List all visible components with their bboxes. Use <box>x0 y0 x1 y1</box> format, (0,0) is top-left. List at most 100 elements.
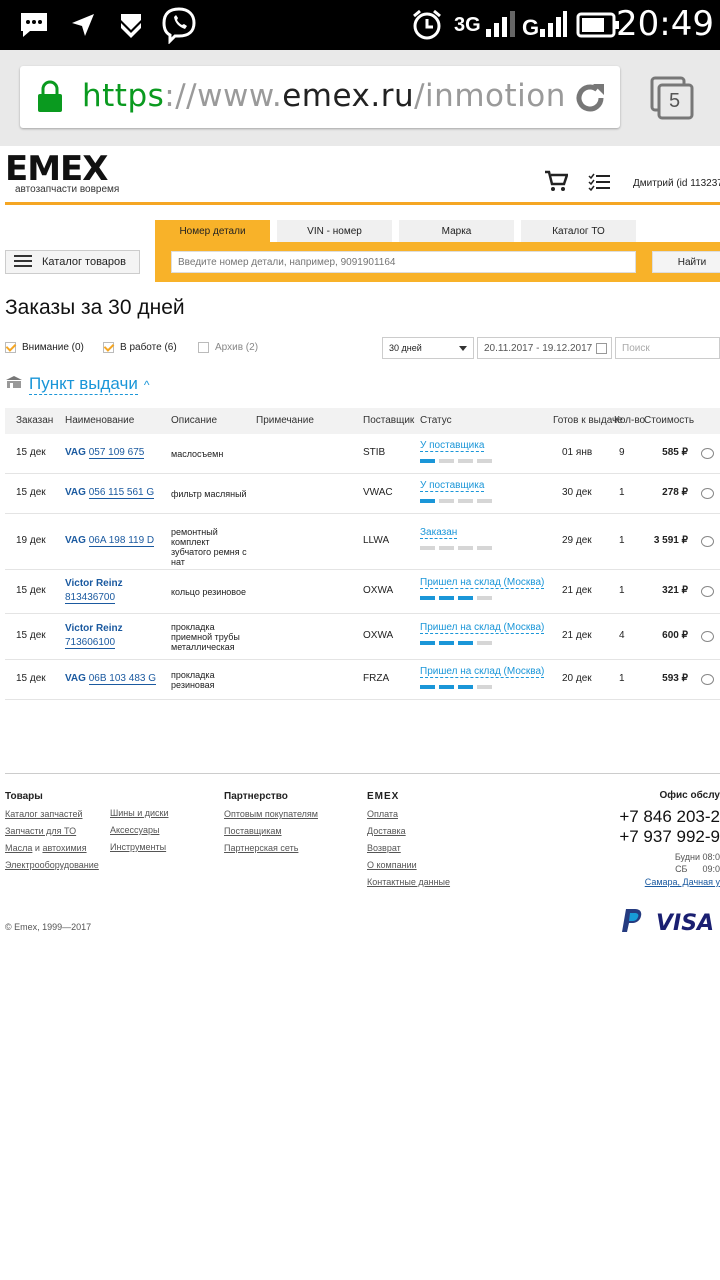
calendar-icon[interactable] <box>596 343 607 354</box>
period-select-value: 30 дней <box>389 343 422 353</box>
filter-archive[interactable]: Архив (2) <box>198 342 258 353</box>
status-link[interactable]: Пришел на склад (Москва) <box>420 666 545 678</box>
part-description: фильтр масляный <box>171 489 247 499</box>
footer-link-tools[interactable]: Инструменты <box>110 839 169 856</box>
brand-link[interactable]: VAG <box>65 535 86 546</box>
site-logo[interactable]: EMEX автозапчасти вовремя <box>5 152 119 195</box>
clock: 20:49 <box>616 4 714 44</box>
tab-maintenance-catalog[interactable]: Каталог ТО <box>521 220 636 242</box>
footer-office-title: Офис обслу <box>659 790 720 801</box>
brand-link[interactable]: VAG <box>65 447 86 458</box>
alarm-icon <box>410 8 444 42</box>
status-progress <box>420 499 496 503</box>
catalog-menu-button[interactable]: Каталог товаров <box>5 250 140 274</box>
part-description: ремонтный комплект зубчатого ремня с нат <box>171 527 247 567</box>
part-number-search-input[interactable] <box>171 251 636 273</box>
phone-2[interactable]: +7 937 992-9 <box>600 827 720 847</box>
price: 278 ₽ <box>662 487 688 498</box>
office-address-link[interactable]: Самара, Дачная у <box>600 877 720 887</box>
part-code-link[interactable]: 056 115 561 G <box>88 487 155 499</box>
period-select[interactable]: 30 дней <box>382 337 474 359</box>
quantity: 4 <box>619 630 625 641</box>
part-code-link[interactable]: 057 109 675 <box>88 447 145 459</box>
brand-link[interactable]: VAG <box>65 487 86 498</box>
progress-step <box>439 546 454 550</box>
col-cost: Стоимость <box>644 415 695 426</box>
status-link[interactable]: Пришел на склад (Москва) <box>420 622 545 634</box>
footer-link-partner-network[interactable]: Партнерская сеть <box>224 840 318 857</box>
ordered-date: 15 дек <box>16 447 46 458</box>
brand-link[interactable]: Victor Reinz <box>65 623 123 634</box>
footer-link-oils[interactable]: Масла <box>5 843 32 853</box>
status-link[interactable]: Пришел на склад (Москва) <box>420 577 545 589</box>
filter-attention[interactable]: Внимание (0) <box>5 342 84 353</box>
brand-link[interactable]: Victor Reinz <box>65 578 123 589</box>
address-bar[interactable]: https://www.emex.ru/inmotion <box>20 66 620 128</box>
visa-logo: VISA <box>656 911 715 936</box>
user-account-label[interactable]: Дмитрий (id 113237 <box>633 178 720 189</box>
footer-link-wholesale[interactable]: Оптовым покупателям <box>224 806 318 823</box>
checkbox-archive[interactable] <box>198 342 209 353</box>
date-range-field[interactable]: 20.11.2017 - 19.12.2017 <box>477 337 612 359</box>
brand-link[interactable]: VAG <box>65 673 86 684</box>
tabs-switcher-button[interactable]: 5 <box>650 76 694 120</box>
comment-icon[interactable] <box>701 631 714 642</box>
part-code-link[interactable]: 06B 103 483 G <box>88 673 156 685</box>
price: 593 ₽ <box>662 673 688 684</box>
footer-link-payment[interactable]: Оплата <box>367 806 450 823</box>
footer-link-tires[interactable]: Шины и диски <box>110 805 169 822</box>
orders-search-input[interactable]: Поиск <box>615 337 720 359</box>
part-code-link[interactable]: 713606100 <box>65 637 116 649</box>
page-title: Заказы за 30 дней <box>5 296 185 319</box>
part-code-link[interactable]: 06A 198 119 D <box>88 535 155 547</box>
ready-date: 21 дек <box>562 585 592 596</box>
footer-link-electrical[interactable]: Электрооборудование <box>5 857 99 874</box>
cart-icon[interactable] <box>544 170 569 197</box>
status-link[interactable]: Заказан <box>420 527 458 539</box>
comment-icon[interactable] <box>701 448 714 459</box>
search-button[interactable]: Найти <box>652 251 720 273</box>
catalog-menu-label: Каталог товаров <box>42 256 126 268</box>
progress-step <box>439 499 454 503</box>
status-link[interactable]: У поставщика <box>420 440 485 452</box>
footer-link-maintenance-parts[interactable]: Запчасти для ТО <box>5 823 99 840</box>
filter-attention-label: Внимание (0) <box>22 342 84 353</box>
tab-part-number[interactable]: Номер детали <box>155 220 270 242</box>
footer-emex: EMEX Оплата Доставка Возврат О компании … <box>367 788 450 891</box>
table-row: 15 дек VAG 057 109 675 маслосъемн STIB У пос… <box>5 434 720 474</box>
comment-icon[interactable] <box>701 488 714 499</box>
order-list-icon[interactable] <box>588 173 610 196</box>
footer-link-accessories[interactable]: Аксессуары <box>110 822 169 839</box>
supplier-code: VWAC <box>363 487 393 498</box>
footer-link-parts-catalog[interactable]: Каталог запчастей <box>5 806 99 823</box>
footer-link-contacts[interactable]: Контактные данные <box>367 874 450 891</box>
comment-icon[interactable] <box>701 586 714 597</box>
url-text[interactable]: https://www.emex.ru/inmotion <box>82 78 566 114</box>
col-qty: Кол-во <box>614 415 646 426</box>
footer-link-returns[interactable]: Возврат <box>367 840 450 857</box>
progress-step <box>477 685 492 689</box>
comment-icon[interactable] <box>701 674 714 685</box>
footer-link-about[interactable]: О компании <box>367 857 450 874</box>
part-code-link[interactable]: 813436700 <box>65 592 116 604</box>
comment-icon[interactable] <box>701 536 714 547</box>
progress-step <box>477 596 492 600</box>
ready-date: 01 янв <box>562 447 593 458</box>
col-status: Статус <box>420 415 452 426</box>
checkbox-in-work[interactable] <box>103 342 114 353</box>
ordered-date: 15 дек <box>16 487 46 498</box>
checkbox-attention[interactable] <box>5 342 16 353</box>
tab-vin[interactable]: VIN - номер <box>277 220 392 242</box>
messages-icon <box>18 8 52 42</box>
reload-icon[interactable] <box>572 80 608 121</box>
footer-link-delivery[interactable]: Доставка <box>367 823 450 840</box>
filter-in-work[interactable]: В работе (6) <box>103 342 177 353</box>
status-link[interactable]: У поставщика <box>420 480 485 492</box>
progress-step <box>458 546 473 550</box>
progress-step <box>458 596 473 600</box>
footer-link-suppliers[interactable]: Поставщикам <box>224 823 318 840</box>
pickup-point-toggle[interactable]: Пункт выдачи ^ <box>5 374 150 395</box>
tab-brand[interactable]: Марка <box>399 220 514 242</box>
footer-link-chemicals[interactable]: автохимия <box>42 843 86 853</box>
phone-1[interactable]: +7 846 203-2 <box>600 807 720 827</box>
